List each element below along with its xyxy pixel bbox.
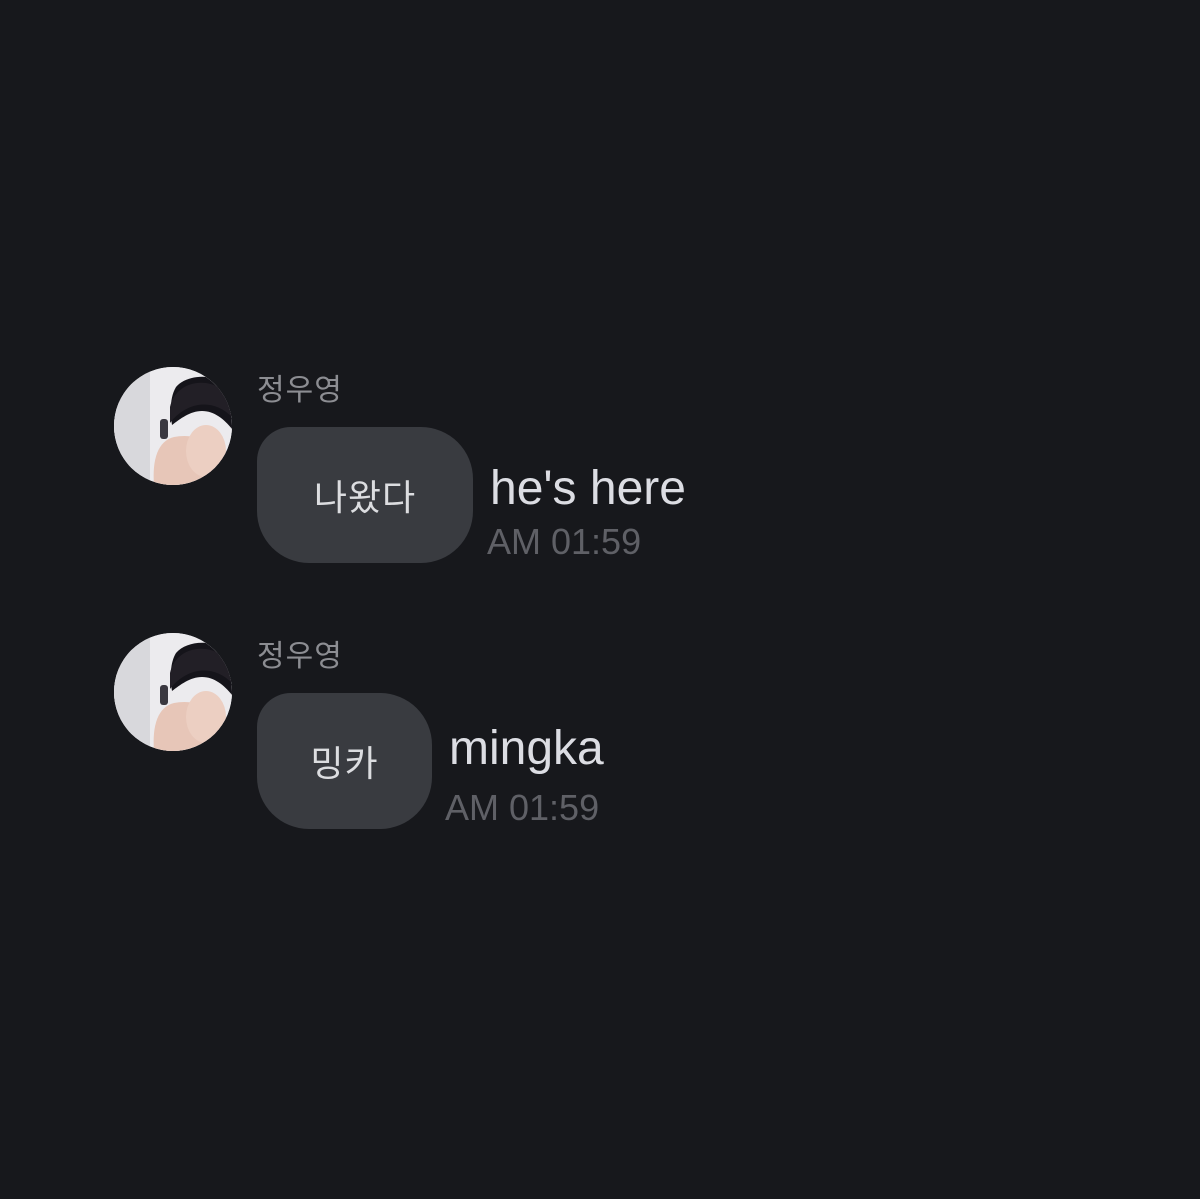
avatar[interactable]: [114, 367, 232, 485]
avatar-photo: [114, 367, 232, 485]
message-bubble[interactable]: 나왔다: [257, 427, 473, 563]
avatar[interactable]: [114, 633, 232, 751]
translation-text: mingka: [449, 722, 604, 775]
timestamp: AM 01:59: [487, 521, 642, 562]
avatar-photo: [114, 633, 232, 751]
translation-text: he's here: [490, 462, 686, 515]
message-bubble[interactable]: 밍카: [257, 693, 432, 829]
sender-name: 정우영: [257, 639, 343, 674]
sender-name: 정우영: [257, 373, 343, 408]
timestamp: AM 01:59: [445, 787, 600, 828]
